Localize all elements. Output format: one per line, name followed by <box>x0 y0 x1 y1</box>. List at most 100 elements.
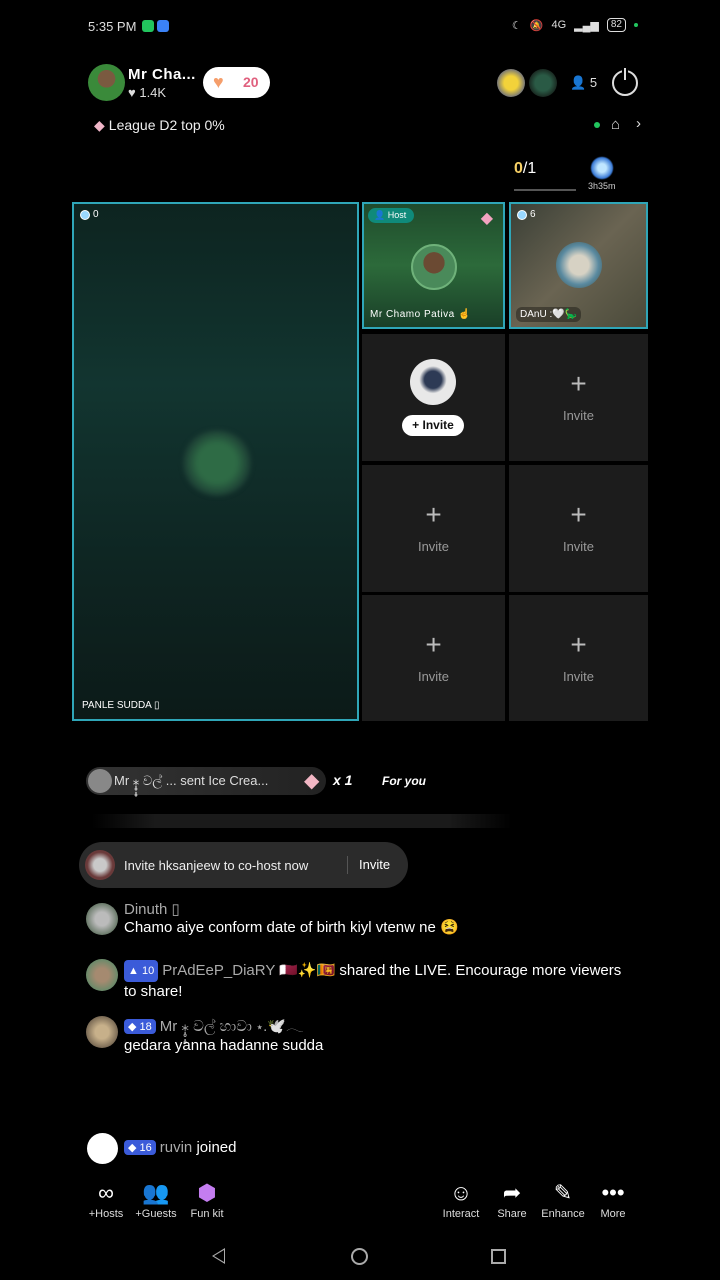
diamond-icon: ◆ <box>94 117 105 133</box>
sparkle-icon[interactable] <box>590 156 614 180</box>
chat-username[interactable]: PrAdEeP_DiaRY 🇶🇦✨🇱🇰 <box>162 962 335 979</box>
host-tile-avatar <box>411 244 457 290</box>
chat-text: Chamo aiye conform date of birth kiyl vt… <box>124 919 459 936</box>
ice-cream-icon: ◆ <box>480 210 493 227</box>
joined-label: joined <box>196 1139 237 1156</box>
progress-total: /1 <box>522 160 537 177</box>
charging-dot <box>634 23 638 27</box>
invite-candidate-tile[interactable]: + Invite <box>362 334 505 461</box>
guest-name: DAnU :🤍🦕 <box>516 307 582 322</box>
viewer-count-number: 5 <box>589 75 598 90</box>
plus-icon: + <box>570 368 587 399</box>
level-badge: ◆ 18 <box>124 1019 156 1034</box>
empty-slot[interactable]: + Invite <box>362 595 505 721</box>
empty-slot-label: Invite <box>562 408 595 423</box>
plus-icon: + <box>425 629 442 660</box>
coin-icon <box>80 209 90 220</box>
system-nav-bar <box>0 1238 720 1278</box>
cube-icon: ⬢ <box>197 1180 217 1205</box>
chat-message: Dinuth ▯ Chamo aiye conform date of birt… <box>124 900 664 938</box>
more-button[interactable]: ••• More <box>583 1180 643 1220</box>
joined-username[interactable]: ruvin <box>160 1139 193 1156</box>
host-avatar[interactable] <box>88 64 125 101</box>
sender-avatar <box>88 769 112 793</box>
empty-slot-label: Invite <box>417 539 450 554</box>
moon-icon: ☾ <box>511 19 522 32</box>
gift-text: Mr ⁎̣̥̣̥ වල් ... sent Ice Crea... <box>114 773 269 788</box>
funkit-label: Fun kit <box>190 1208 224 1220</box>
viewer-avatar[interactable] <box>529 69 557 97</box>
host-likes-count: 1.4K <box>139 85 167 100</box>
empty-slot-label: Invite <box>417 669 450 684</box>
level-number: 18 <box>139 1021 152 1033</box>
gift-counter-button[interactable]: ♥ 20 <box>203 67 270 98</box>
whatsapp-icon <box>142 20 154 32</box>
guest-avatar <box>182 430 252 496</box>
heart-gift-icon: ♥ <box>213 72 224 92</box>
guest-name: PANLE SUDDA ▯ <box>82 700 160 711</box>
plus-icon: + <box>425 499 442 530</box>
gift-count: 20 <box>243 74 259 90</box>
candidate-avatar <box>85 850 115 880</box>
status-indicators: ☾ 🔕 4G ▂▄▆ 82 <box>512 18 638 32</box>
hand-icon: ☝ <box>458 309 471 320</box>
live-dot <box>594 122 600 128</box>
empty-slot[interactable]: + Invite <box>362 465 505 592</box>
empty-slot[interactable]: + Invite <box>509 334 648 461</box>
funkit-button[interactable]: ⬢ Fun kit <box>177 1180 237 1220</box>
guest-avatar <box>556 242 602 288</box>
progress-bar <box>514 189 576 191</box>
network-label: 4G <box>551 19 567 31</box>
home-icon[interactable]: ⌂ <box>611 116 620 133</box>
back-icon[interactable] <box>212 1248 225 1264</box>
chat-text: gedara yanna hadanne sudda <box>124 1037 324 1054</box>
guest-tile-large[interactable]: 0 PANLE SUDDA ▯ <box>72 202 359 721</box>
joined-text: ◆ 16 ruvin joined <box>124 1139 237 1156</box>
empty-slot-label: Invite <box>562 669 595 684</box>
gift-multiplier: x 1 <box>333 772 353 788</box>
cohost-invite-prompt: Invite hksanjeew to co-host now Invite <box>79 842 408 888</box>
task-progress[interactable]: 0/1 <box>514 160 536 178</box>
battery-icon: 82 <box>606 18 626 32</box>
power-icon[interactable] <box>612 68 638 96</box>
host-badge: 👤 Host <box>368 208 415 223</box>
league-badge[interactable]: ◆ League D2 top 0% <box>94 117 225 134</box>
chat-message: ▲ 10 PrAdEeP_DiaRY 🇶🇦✨🇱🇰 shared the LIVE.… <box>124 960 624 1002</box>
invite-button[interactable]: + Invite <box>402 415 464 436</box>
viewer-avatar[interactable] <box>497 69 525 97</box>
viewer-count[interactable]: 👤 5 <box>570 75 597 91</box>
host-likes: ♥ 1.4K <box>128 85 166 100</box>
chat-username[interactable]: Mr ⁎̣̥̣̥ වල් හාවා ⋆.🕊️𓂃 <box>160 1018 304 1035</box>
chevron-right-icon[interactable]: › <box>636 115 641 132</box>
mute-icon: 🔕 <box>529 19 544 32</box>
empty-slot[interactable]: + Invite <box>509 595 648 721</box>
league-text: League D2 top 0% <box>108 117 225 133</box>
person-icon: 👤 <box>570 75 587 90</box>
app-notification-icon <box>157 20 169 32</box>
candidate-avatar <box>410 359 456 405</box>
host-tile-name: Mr Chamo Pativa ☝ <box>370 309 471 320</box>
status-time: 5:35 PM <box>88 19 137 34</box>
chat-avatar[interactable] <box>86 1016 118 1048</box>
chat-avatar[interactable] <box>86 959 118 991</box>
host-name[interactable]: Mr Cha... <box>128 66 196 83</box>
cohost-invite-button[interactable]: Invite <box>359 857 390 872</box>
tile-badge: 6 <box>517 209 536 220</box>
more-dots-icon: ••• <box>601 1180 625 1205</box>
host-tile[interactable]: 👤 Host ◆ Mr Chamo Pativa ☝ <box>362 202 505 329</box>
guest-tile-danu[interactable]: 6 DAnU :🤍🦕 <box>509 202 648 329</box>
timer-text: 3h35m <box>588 181 616 191</box>
level-badge: ◆ 16 <box>124 1140 156 1155</box>
chat-message: ◆ 18 Mr ⁎̣̥̣̥ වල් හාවා ⋆.🕊️𓂃 gedara yanna… <box>124 1011 664 1056</box>
status-bar: 5:35 PM ☾ 🔕 4G ▂▄▆ 82 <box>88 18 638 38</box>
coin-icon <box>517 209 527 220</box>
chat-avatar[interactable] <box>86 903 118 935</box>
home-circle-icon[interactable] <box>351 1248 368 1265</box>
cohost-prompt-text: Invite hksanjeew to co-host now <box>124 858 309 873</box>
recents-icon[interactable] <box>491 1249 506 1264</box>
chat-username[interactable]: Dinuth ▯ <box>124 900 664 918</box>
empty-slot[interactable]: + Invite <box>509 465 648 592</box>
plus-icon: + <box>570 629 587 660</box>
level-badge: ▲ 10 <box>124 960 159 982</box>
gift-notification: Mr ⁎̣̥̣̥ වල් ... sent Ice Crea... ◆ <box>86 767 326 795</box>
